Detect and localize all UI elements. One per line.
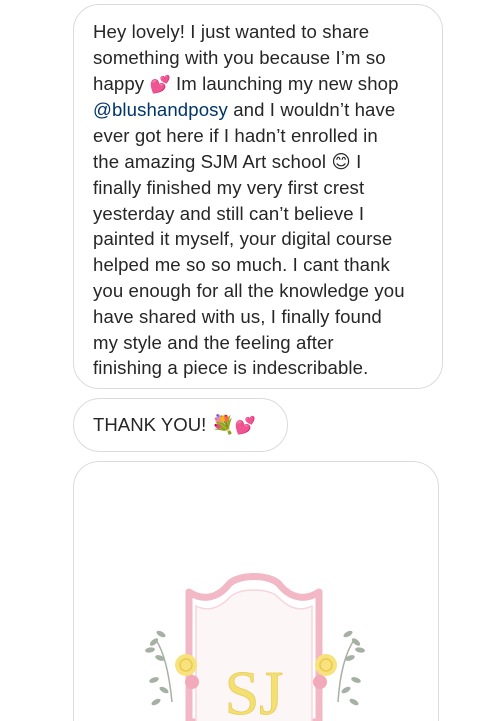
message-thread: Hey lovely! I just wanted to share somet… bbox=[0, 0, 500, 705]
crest-monogram: SJ bbox=[225, 660, 284, 721]
leaf-sprig-left-icon bbox=[145, 629, 172, 706]
two-hearts-emoji-icon: 💕 bbox=[149, 75, 170, 94]
smiling-face-emoji-icon: 😊 bbox=[331, 151, 350, 172]
message-bubble[interactable]: Hey lovely! I just wanted to share somet… bbox=[73, 4, 443, 389]
image-message-bubble[interactable]: SJ bbox=[73, 461, 439, 721]
message-text: THANK YOU! bbox=[93, 414, 211, 435]
two-hearts-emoji-icon: 💕 bbox=[235, 416, 256, 435]
message-text-part: Im launching my new shop bbox=[171, 73, 399, 94]
mention-link[interactable]: @blushandposy bbox=[93, 99, 228, 120]
message-text-part: I finally finished my very first crest y… bbox=[93, 151, 405, 378]
leaf-sprig-right-icon bbox=[338, 629, 365, 706]
bouquet-emoji-icon: 💐 bbox=[211, 414, 234, 435]
crest-painting-image: SJ bbox=[134, 562, 384, 721]
message-bubble[interactable]: THANK YOU! 💐💕 bbox=[73, 398, 288, 452]
message-text: Hey lovely! I just wanted to share somet… bbox=[93, 19, 428, 381]
